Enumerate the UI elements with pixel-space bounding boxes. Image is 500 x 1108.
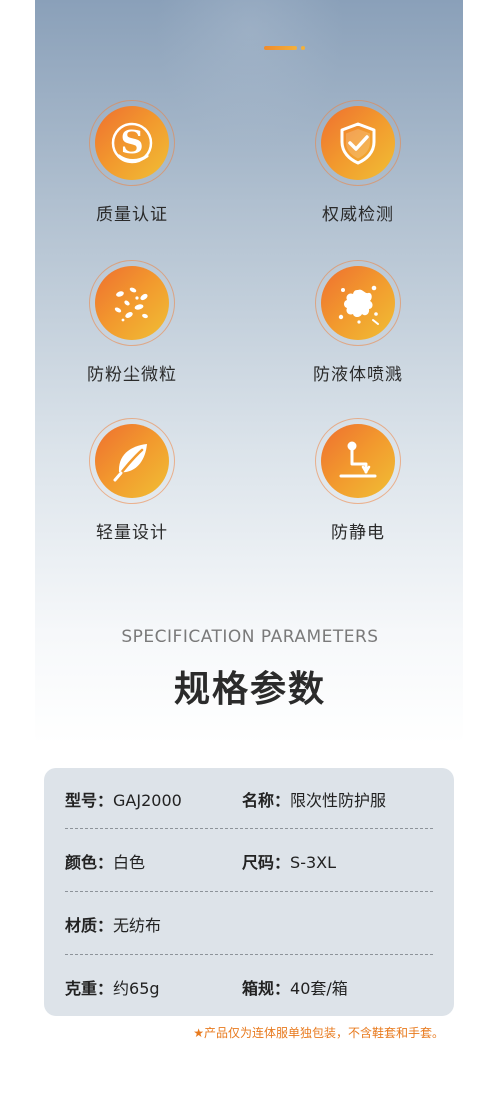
- spec-item-material: 材质：无纺布: [65, 916, 162, 935]
- svg-text:S: S: [120, 123, 143, 161]
- row-divider: [65, 954, 433, 955]
- section-title-zh: 规格参数: [173, 669, 326, 710]
- feature-label: 防液体喷溅: [313, 365, 403, 385]
- leaf-icon: [113, 444, 147, 482]
- spec-row: 克重：约65g 箱规：40套/箱: [65, 967, 435, 1007]
- quality-certification-icon: S: [111, 122, 153, 164]
- spec-row: 材质：无纺布: [65, 904, 435, 944]
- feature-dustproof: 防粉尘微粒: [52, 260, 212, 385]
- lightning-ground-icon: [339, 441, 377, 478]
- feature-lightweight: 轻量设计: [52, 418, 212, 543]
- spec-item-color: 颜色：白色: [65, 853, 146, 872]
- spec-row: 颜色：白色 尺码：S-3XL: [65, 841, 435, 881]
- spec-table: 型号：GAJ2000 名称：限次性防护服 颜色：白色 尺码：S-3XL 材质：无…: [44, 768, 454, 1016]
- dust-particles-icon: [114, 287, 148, 322]
- feature-label: 防粉尘微粒: [87, 365, 177, 385]
- feature-label: 权威检测: [322, 205, 394, 225]
- packaging-note: ★产品仅为连体服单独包装，不含鞋套和手套。: [193, 1026, 444, 1040]
- feature-antistatic: 防静电: [278, 418, 438, 543]
- spec-item-carton: 箱规：40套/箱: [242, 979, 348, 998]
- row-divider: [65, 891, 433, 892]
- spec-item-weight: 克重：约65g: [65, 979, 160, 998]
- feature-label: 质量认证: [96, 205, 168, 225]
- feature-authoritative-testing: 权威检测: [278, 100, 438, 225]
- spec-row: 型号：GAJ2000 名称：限次性防护服: [65, 779, 435, 819]
- feature-label: 轻量设计: [96, 523, 168, 543]
- feature-quality-certification: S 质量认证: [52, 100, 212, 225]
- shield-check-icon: [340, 122, 376, 165]
- liquid-splash-icon: [338, 285, 379, 325]
- feature-splash-proof: 防液体喷溅: [278, 260, 438, 385]
- spec-item-size: 尺码：S-3XL: [242, 853, 337, 872]
- spec-item-name: 名称：限次性防护服: [242, 791, 387, 810]
- feature-label: 防静电: [331, 523, 385, 543]
- row-divider: [65, 828, 433, 829]
- spec-item-model: 型号：GAJ2000: [65, 791, 182, 810]
- section-title-en: SPECIFICATION PARAMETERS: [121, 627, 379, 647]
